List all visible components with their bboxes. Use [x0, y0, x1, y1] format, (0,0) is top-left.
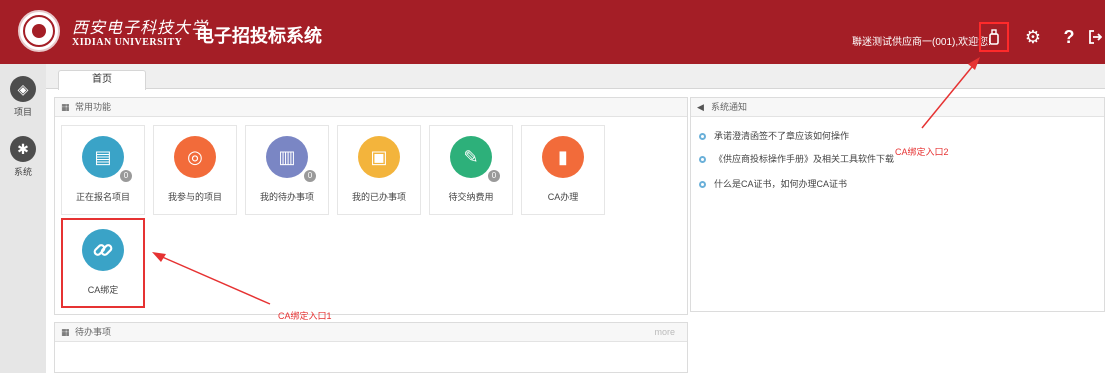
- system-notices-panel: ◀ 系统通知 承诺澄清函签不了章应该如何操作 《供应商投标操作手册》及相关工具软…: [690, 97, 1105, 312]
- usb-key-icon: ▮: [542, 136, 584, 178]
- layers-icon: ◈: [10, 76, 36, 102]
- tile-registering-projects[interactable]: ▤ 0 正在报名项目: [61, 125, 145, 215]
- target-icon: ◎: [174, 136, 216, 178]
- tile-label: CA绑定: [87, 285, 119, 295]
- panel-header: ▦ 待办事项 more: [55, 323, 687, 342]
- tile-label: 我参与的项目: [167, 192, 222, 202]
- sidebar-item-label: 系统: [13, 167, 32, 177]
- notice-item[interactable]: 什么是CA证书，如何办理CA证书: [699, 177, 847, 190]
- count-badge: 0: [488, 170, 500, 182]
- panel-title: 常用功能: [75, 102, 112, 112]
- sidebar-item-label: 项目: [13, 107, 32, 117]
- logout-icon[interactable]: [1085, 22, 1105, 52]
- edit-icon: ✎ 0: [450, 136, 500, 182]
- common-functions-panel: ▦ 常用功能 ▤ 0 正在报名项目 ◎ 我参与的项目 ▥ 0 我的待办事项 ▣ 我的…: [54, 97, 688, 315]
- panel-header: ▦ 常用功能: [55, 98, 687, 117]
- panel-title: 系统通知: [711, 102, 748, 112]
- link-icon: [82, 229, 124, 271]
- university-emblem-logo: [18, 10, 60, 52]
- count-badge: 0: [120, 170, 132, 182]
- tile-pending-fees[interactable]: ✎ 0 待交纳费用: [429, 125, 513, 215]
- megaphone-icon: ◀: [697, 102, 704, 112]
- tile-ca-apply[interactable]: ▮ CA办理: [521, 125, 605, 215]
- tile-label: 我的已办事项: [351, 192, 406, 202]
- notice-item[interactable]: 承诺澄清函签不了章应该如何操作: [699, 129, 849, 142]
- gear-icon: ✱: [10, 136, 36, 162]
- count-badge: 0: [304, 170, 316, 182]
- document-clock-icon: ▥ 0: [266, 136, 316, 182]
- clipboard-icon: ▤ 0: [82, 136, 132, 182]
- sidebar-item-project[interactable]: ◈ 项目: [0, 76, 46, 118]
- help-icon[interactable]: ?: [1054, 22, 1084, 52]
- tile-label: 正在报名项目: [75, 192, 130, 202]
- panel-title: 待办事项: [75, 327, 112, 337]
- tab-bar: 首页: [46, 64, 1105, 90]
- tile-my-todo[interactable]: ▥ 0 我的待办事项: [245, 125, 329, 215]
- university-name-cn: 西安电子科技大学: [72, 18, 209, 37]
- tile-my-done[interactable]: ▣ 我的已办事项: [337, 125, 421, 215]
- tile-label: CA办理: [547, 192, 579, 202]
- welcome-text: 聯迷测试供应商一(001),欢迎您!: [852, 37, 991, 48]
- notice-item[interactable]: 《供应商投标操作手册》及相关工具软件下载: [699, 152, 894, 165]
- annotation-ca-entry-2: CA绑定入口2: [895, 147, 949, 157]
- sidebar-item-system[interactable]: ✱ 系统: [0, 136, 46, 178]
- tile-my-projects[interactable]: ◎ 我参与的项目: [153, 125, 237, 215]
- calendar-icon: ▦: [61, 327, 70, 337]
- tab-home[interactable]: 首页: [58, 70, 146, 90]
- panel-header: ◀ 系统通知: [691, 98, 1104, 117]
- tile-ca-binding[interactable]: CA绑定: [61, 218, 145, 308]
- calendar-icon: ▦: [61, 102, 70, 112]
- tile-label: 待交纳费用: [448, 192, 494, 202]
- usb-key-icon[interactable]: [979, 22, 1009, 52]
- gear-icon[interactable]: ⚙: [1018, 22, 1048, 52]
- calendar-icon: ▣: [358, 136, 400, 178]
- annotation-ca-entry-1: CA绑定入口1: [278, 311, 332, 321]
- app-header: 西安电子科技大学 XIDIAN UNIVERSITY 电子招投标系统 聯迷测试供…: [0, 0, 1105, 64]
- university-name-en: XIDIAN UNIVERSITY: [72, 37, 183, 48]
- left-sidebar: ◈ 项目 ✱ 系统: [0, 64, 46, 373]
- more-link[interactable]: more: [654, 323, 675, 342]
- todo-panel: ▦ 待办事项 more: [54, 322, 688, 373]
- system-title: 电子招投标系统: [196, 26, 322, 46]
- tile-label: 我的待办事项: [259, 192, 314, 202]
